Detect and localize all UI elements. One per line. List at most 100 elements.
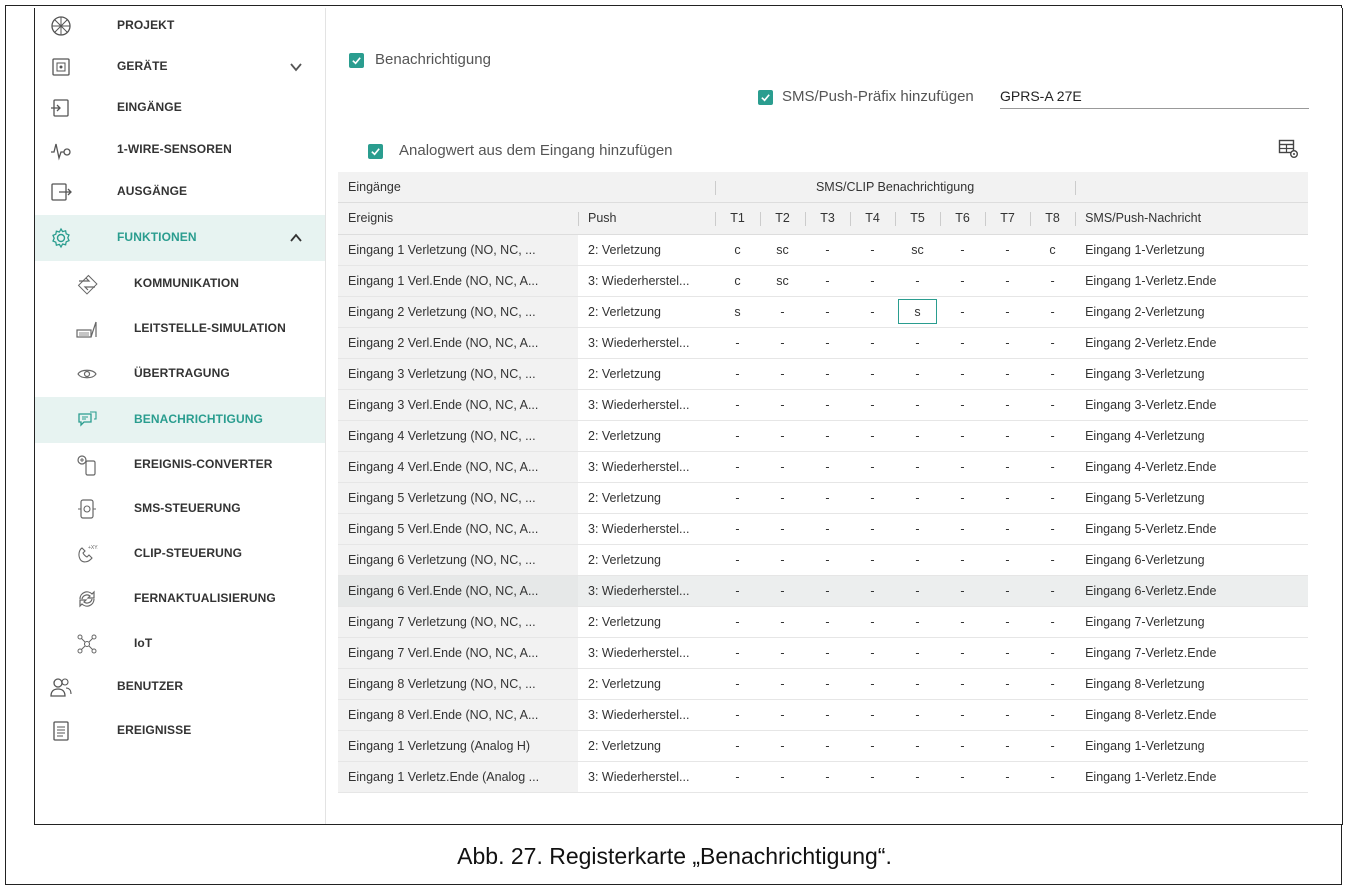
table-row[interactable]: Eingang 4 Verl.Ende (NO, NC, A... 3: Wied… (338, 451, 1309, 482)
table-cell[interactable]: - (895, 575, 941, 606)
table-cell[interactable]: - (940, 699, 985, 730)
table-cell[interactable]: - (760, 606, 805, 637)
table-cell[interactable]: - (715, 575, 761, 606)
column-header[interactable]: SMS/Push-Nachricht (1075, 202, 1309, 235)
table-cell[interactable]: - (1030, 358, 1075, 389)
table-cell[interactable]: - (850, 358, 895, 389)
table-row[interactable]: Eingang 2 Verletzung (NO, NC, ... 2: Verl… (338, 296, 1309, 327)
table-cell[interactable]: - (985, 265, 1030, 296)
table-row[interactable]: Eingang 3 Verl.Ende (NO, NC, A... 3: Wied… (338, 389, 1309, 420)
table-cell[interactable]: - (1030, 761, 1075, 792)
table-cell[interactable]: Eingang 2 Verl.Ende (NO, NC, A... (338, 327, 578, 358)
table-cell[interactable]: - (715, 327, 760, 358)
prefix-input[interactable] (1000, 84, 1309, 109)
table-cell[interactable]: s (895, 296, 940, 327)
table-cell[interactable]: - (715, 544, 760, 575)
table-cell[interactable]: - (850, 265, 895, 296)
table-cell[interactable]: - (715, 668, 760, 699)
table-cell[interactable]: Eingang 6 Verletzung (NO, NC, ... (338, 544, 578, 575)
table-cell[interactable]: - (940, 637, 985, 668)
table-cell[interactable]: - (805, 513, 850, 544)
table-row[interactable]: Eingang 6 Verl.Ende (NO, NC, A... 3: Wied… (338, 575, 1309, 606)
chevron-down-icon[interactable] (289, 60, 303, 74)
table-cell[interactable]: - (760, 668, 805, 699)
table-cell[interactable]: - (1030, 389, 1075, 420)
table-cell[interactable]: - (940, 482, 985, 513)
table-row[interactable]: Eingang 4 Verletzung (NO, NC, ... 2: Verl… (338, 420, 1309, 451)
table-cell[interactable]: Eingang 1 Verletzung (Analog H) (338, 730, 578, 761)
table-cell[interactable]: - (985, 358, 1030, 389)
table-cell[interactable]: 3: Wiederherstel... (578, 513, 715, 544)
sidebar-item-ausgange[interactable]: AUSGÄNGE (35, 172, 325, 212)
table-cell[interactable]: Eingang 2-Verletz.Ende (1075, 327, 1308, 358)
table-cell[interactable]: - (895, 606, 940, 637)
table-cell[interactable]: - (805, 730, 850, 761)
table-cell[interactable]: Eingang 6 Verl.Ende (NO, NC, A... (338, 575, 578, 606)
table-cell[interactable]: sc (760, 234, 805, 265)
table-cell[interactable]: - (760, 420, 805, 451)
sidebar-item-benutzer[interactable]: BENUTZER (35, 667, 325, 707)
sidebar-item-kommunikation[interactable]: KOMMUNIKATION (35, 264, 325, 304)
table-cell[interactable]: - (985, 389, 1030, 420)
table-cell[interactable]: - (715, 730, 760, 761)
table-cell[interactable]: - (805, 482, 850, 513)
table-cell[interactable]: Eingang 6-Verletz.Ende (1075, 575, 1309, 606)
table-cell[interactable]: - (760, 389, 805, 420)
table-cell[interactable]: - (940, 265, 985, 296)
table-cell[interactable]: 2: Verletzung (578, 730, 715, 761)
table-cell[interactable]: - (850, 296, 895, 327)
table-cell[interactable]: Eingang 6-Verletzung (1075, 544, 1308, 575)
sidebar-item-funktionen[interactable]: FUNKTIONEN (35, 215, 325, 261)
table-cell[interactable]: - (760, 699, 805, 730)
table-cell[interactable]: - (940, 513, 985, 544)
table-cell[interactable]: Eingang 1 Verletzung (NO, NC, ... (338, 234, 578, 265)
table-cell[interactable]: - (715, 389, 760, 420)
table-cell[interactable]: - (1030, 265, 1075, 296)
table-cell[interactable]: - (895, 358, 940, 389)
table-cell[interactable]: - (1030, 637, 1075, 668)
table-cell[interactable]: - (805, 606, 850, 637)
table-cell[interactable]: 3: Wiederherstel... (578, 451, 715, 482)
table-cell[interactable]: - (1030, 668, 1075, 699)
table-row[interactable]: Eingang 5 Verletzung (NO, NC, ... 2: Verl… (338, 482, 1309, 513)
table-row[interactable]: Eingang 8 Verl.Ende (NO, NC, A... 3: Wied… (338, 699, 1309, 730)
column-header[interactable]: T6 (940, 202, 986, 235)
table-cell[interactable]: - (805, 389, 850, 420)
table-row[interactable]: Eingang 1 Verletz.Ende (Analog ... 3: Wie… (338, 761, 1309, 792)
table-cell[interactable]: sc (760, 265, 805, 296)
table-cell[interactable]: - (940, 606, 985, 637)
column-header[interactable]: T7 (985, 202, 1031, 235)
table-cell[interactable]: - (805, 544, 850, 575)
table-cell[interactable]: - (805, 699, 850, 730)
table-cell[interactable]: - (805, 575, 851, 606)
table-row[interactable]: Eingang 5 Verl.Ende (NO, NC, A... 3: Wied… (338, 513, 1309, 544)
table-cell[interactable]: Eingang 8 Verl.Ende (NO, NC, A... (338, 699, 578, 730)
table-cell[interactable]: - (805, 761, 850, 792)
table-cell[interactable]: - (985, 451, 1030, 482)
column-header[interactable]: T5 (895, 202, 941, 235)
table-cell[interactable]: - (715, 451, 760, 482)
table-cell[interactable]: Eingang 7 Verl.Ende (NO, NC, A... (338, 637, 578, 668)
table-cell[interactable]: - (1030, 513, 1075, 544)
table-cell[interactable]: - (805, 420, 850, 451)
sidebar-item-gerate[interactable]: GERÄTE (35, 48, 325, 86)
table-cell[interactable]: 2: Verletzung (578, 420, 715, 451)
table-cell[interactable]: - (715, 637, 760, 668)
table-cell[interactable]: s (715, 296, 760, 327)
table-cell[interactable]: - (715, 358, 760, 389)
table-cell[interactable]: Eingang 4-Verletz.Ende (1075, 451, 1308, 482)
table-cell[interactable]: c (715, 234, 760, 265)
table-cell[interactable]: 3: Wiederherstel... (578, 699, 715, 730)
table-cell[interactable]: Eingang 4 Verletzung (NO, NC, ... (338, 420, 578, 451)
table-row[interactable]: Eingang 3 Verletzung (NO, NC, ... 2: Verl… (338, 358, 1309, 389)
table-cell[interactable]: - (805, 451, 850, 482)
table-cell[interactable]: - (850, 544, 895, 575)
table-cell[interactable]: Eingang 1-Verletzung (1075, 730, 1308, 761)
column-header[interactable]: T8 (1030, 202, 1076, 235)
table-cell[interactable]: 2: Verletzung (578, 544, 715, 575)
table-cell[interactable]: Eingang 3 Verletzung (NO, NC, ... (338, 358, 578, 389)
sidebar-item-ubertragung[interactable]: ÜBERTRAGUNG (35, 354, 325, 394)
column-header[interactable]: T4 (850, 202, 896, 235)
table-cell[interactable]: - (940, 327, 985, 358)
table-row[interactable]: Eingang 1 Verl.Ende (NO, NC, A... 3: Wied… (338, 265, 1309, 296)
